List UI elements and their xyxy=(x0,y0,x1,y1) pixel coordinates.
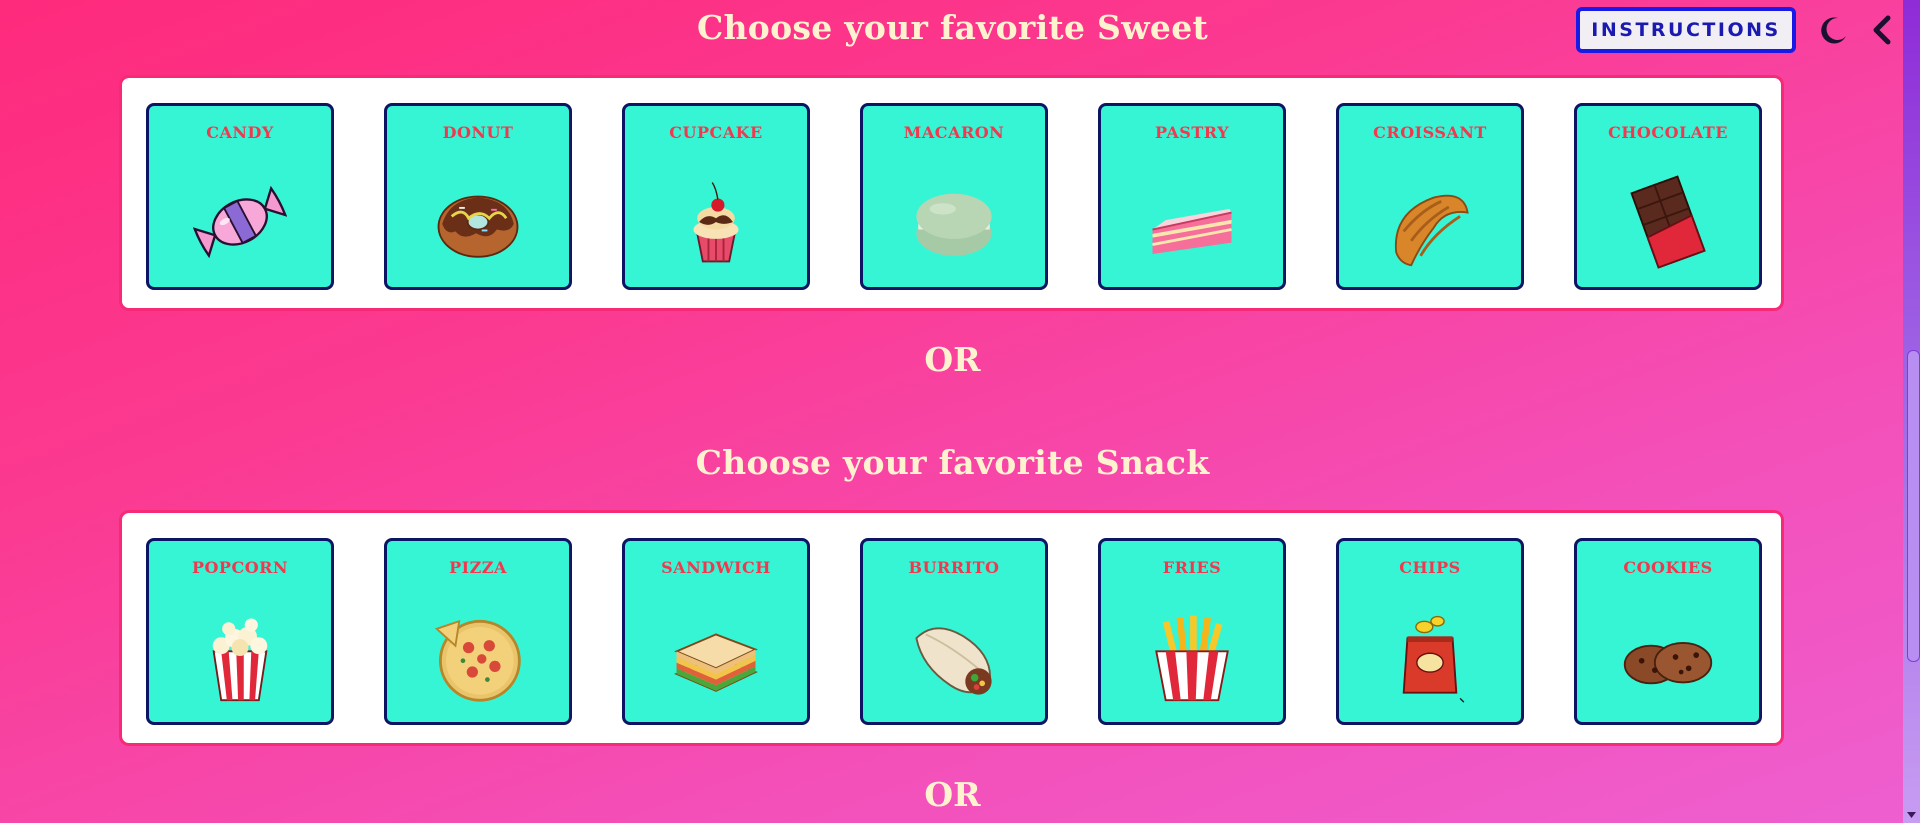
option-card-candy[interactable]: CANDY xyxy=(146,103,334,290)
sweet-options-panel: CANDY DONUT CUPCAKE MACARON PASTRY CROIS… xyxy=(119,75,1784,311)
sandwich-icon xyxy=(674,633,758,692)
cupcake-icon xyxy=(693,182,739,263)
option-label: COOKIES xyxy=(1623,558,1713,577)
fries-icon xyxy=(1155,615,1229,702)
donut-icon xyxy=(437,195,519,258)
option-label: POPCORN xyxy=(191,558,289,577)
croissant-icon xyxy=(1394,194,1469,267)
macaron-icon xyxy=(916,193,992,256)
option-label: FRIES xyxy=(1162,558,1222,577)
option-card-pizza[interactable]: PIZZA xyxy=(384,538,572,725)
option-label: CANDY xyxy=(206,123,274,142)
option-card-sandwich[interactable]: SANDWICH xyxy=(622,538,810,725)
option-card-chips[interactable]: CHIPS xyxy=(1336,538,1524,725)
scrollbar-thumb[interactable] xyxy=(1907,350,1920,662)
option-card-chocolate[interactable]: CHOCOLATE xyxy=(1574,103,1762,290)
or-separator: OR xyxy=(924,340,981,379)
pastry-icon xyxy=(1152,208,1232,254)
option-card-burrito[interactable]: BURRITO xyxy=(860,538,1048,725)
snack-options-panel: POPCORN PIZZA SANDWICH BURRITO FRIES CHI… xyxy=(119,510,1784,746)
option-card-fries[interactable]: FRIES xyxy=(1098,538,1286,725)
collapse-chevron-left-icon[interactable] xyxy=(1870,14,1894,46)
instructions-button[interactable]: INSTRUCTIONS xyxy=(1576,7,1796,53)
chips-icon xyxy=(1402,615,1465,703)
option-label: BURRITO xyxy=(908,558,1000,577)
option-label: CROISSANT xyxy=(1373,123,1487,142)
or-separator: OR xyxy=(924,775,981,814)
burrito-icon xyxy=(915,627,992,695)
option-label: DONUT xyxy=(442,123,514,142)
chocolate-icon xyxy=(1630,175,1706,269)
option-card-pastry[interactable]: PASTRY xyxy=(1098,103,1286,290)
pizza-icon xyxy=(434,619,521,702)
option-label: SANDWICH xyxy=(661,558,771,577)
option-card-donut[interactable]: DONUT xyxy=(384,103,572,290)
option-card-cookies[interactable]: COOKIES xyxy=(1574,538,1762,725)
candy-icon xyxy=(193,185,287,259)
section-title-snack: Choose your favorite Snack xyxy=(695,443,1210,482)
option-label: MACARON xyxy=(903,123,1005,142)
option-label: PIZZA xyxy=(449,558,507,577)
cookies-icon xyxy=(1623,641,1713,685)
scroll-down-arrow-icon[interactable] xyxy=(1905,808,1918,821)
option-card-popcorn[interactable]: POPCORN xyxy=(146,538,334,725)
option-label: PASTRY xyxy=(1155,123,1229,142)
option-card-macaron[interactable]: MACARON xyxy=(860,103,1048,290)
option-card-cupcake[interactable]: CUPCAKE xyxy=(622,103,810,290)
option-label: CUPCAKE xyxy=(669,123,763,142)
option-label: CHIPS xyxy=(1399,558,1461,577)
dark-mode-moon-icon[interactable] xyxy=(1818,14,1850,46)
option-label: CHOCOLATE xyxy=(1608,123,1728,142)
option-card-croissant[interactable]: CROISSANT xyxy=(1336,103,1524,290)
popcorn-icon xyxy=(212,618,268,702)
